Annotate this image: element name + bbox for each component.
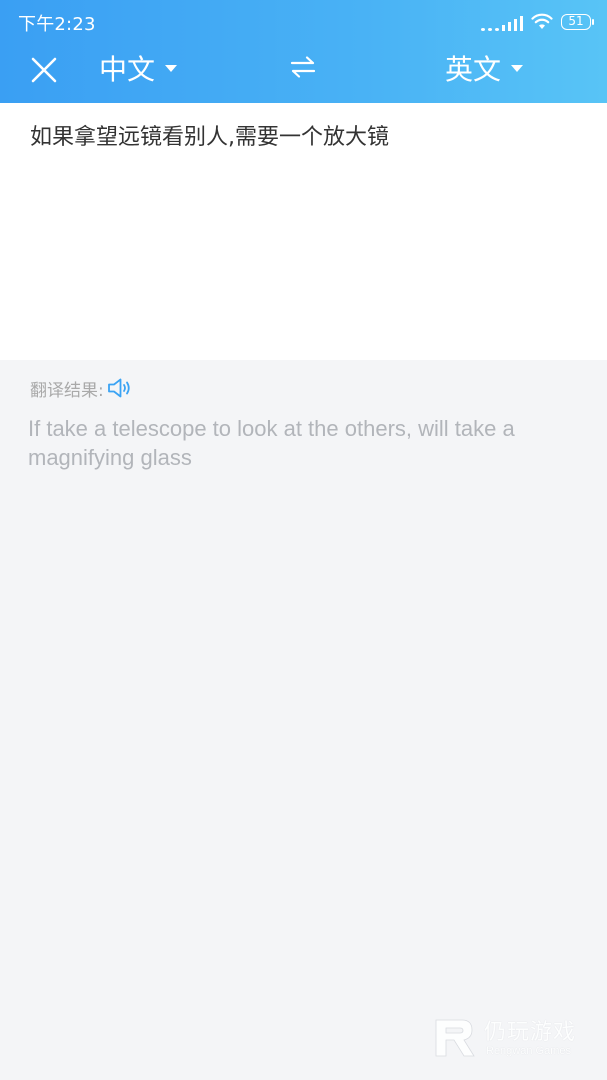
- source-text[interactable]: 如果拿望远镜看别人,需要一个放大镜: [30, 123, 580, 153]
- close-icon[interactable]: [26, 52, 62, 88]
- wifi-icon: [531, 13, 553, 29]
- result-header: 翻译结果:: [30, 376, 134, 401]
- source-input-area[interactable]: 如果拿望远镜看别人,需要一个放大镜: [0, 103, 607, 360]
- status-bar: 下午2:23 51: [0, 0, 607, 44]
- source-language-selector[interactable]: 中文: [99, 50, 178, 86]
- speaker-icon[interactable]: [106, 376, 134, 400]
- target-language-label: 英文: [445, 53, 502, 86]
- source-language-label: 中文: [99, 53, 156, 86]
- result-area: 翻译结果: If take a telescope to look at the…: [0, 360, 607, 1080]
- signal-icon: [481, 13, 523, 31]
- rengwan-logo-icon: [435, 1019, 475, 1057]
- swap-arrows-icon[interactable]: [288, 52, 318, 82]
- translate-screen: 下午2:23 51 中文 英文 如果拿望远镜看别人,需要一个放大镜 翻译结果: …: [0, 0, 607, 1080]
- translated-text: If take a telescope to look at the other…: [28, 416, 515, 470]
- watermark-subtitle: Rengwan Games: [486, 1045, 571, 1057]
- status-icons: 51: [481, 11, 594, 33]
- result-label: 翻译结果:: [30, 380, 104, 401]
- toolbar: 中文 英文: [0, 44, 607, 103]
- watermark-title: 仍玩游戏: [484, 1020, 577, 1045]
- chevron-down-icon: [511, 64, 524, 72]
- watermark: 仍玩游戏 Rengwan Games: [432, 1014, 592, 1064]
- target-language-selector[interactable]: 英文: [445, 50, 524, 86]
- status-time: 下午2:23: [18, 14, 96, 35]
- battery-icon: 51: [561, 14, 594, 30]
- chevron-down-icon: [165, 64, 178, 72]
- header: 下午2:23 51 中文 英文: [0, 0, 607, 103]
